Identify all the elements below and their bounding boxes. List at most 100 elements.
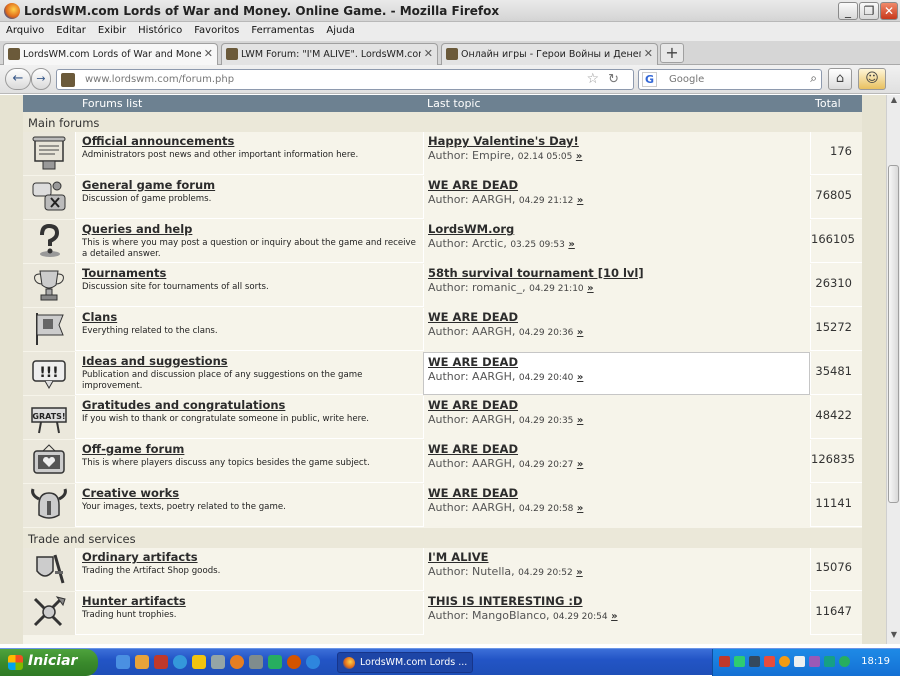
forward-button[interactable]: → bbox=[31, 68, 51, 90]
last-topic-author: Author: MangoBlanco, 04.29 20:54 » bbox=[428, 609, 618, 622]
taskbar-firefox-window[interactable]: LordsWM.com Lords ... bbox=[337, 652, 473, 673]
google-engine-icon[interactable]: G bbox=[642, 72, 657, 87]
forum-total-count: 76805 bbox=[810, 176, 862, 219]
forum-title-link[interactable]: Ordinary artifacts bbox=[82, 550, 198, 564]
search-box[interactable]: G ⌕ bbox=[638, 69, 822, 90]
menu-arquivo[interactable]: Arquivo bbox=[0, 22, 50, 36]
scroll-up-icon[interactable]: ▲ bbox=[888, 95, 900, 109]
tray-update-icon[interactable] bbox=[779, 656, 790, 667]
tray-security-icon[interactable] bbox=[764, 656, 775, 667]
last-topic-date: 04.29 20:54 bbox=[553, 612, 608, 622]
menu-historico[interactable]: Histórico bbox=[132, 22, 188, 36]
go-to-last-post-link[interactable]: » bbox=[577, 327, 583, 338]
tray-monitor-icon[interactable] bbox=[749, 656, 760, 667]
vertical-scrollbar[interactable]: ▲ ▼ bbox=[886, 95, 900, 644]
forum-title-link[interactable]: Clans bbox=[82, 310, 117, 324]
last-topic-link[interactable]: THIS IS INTERESTING :D bbox=[428, 594, 583, 608]
quicklaunch-browser-icon[interactable] bbox=[116, 655, 130, 669]
last-topic-link[interactable]: 58th survival tournament [10 lvl] bbox=[428, 266, 644, 280]
tray-volume-icon[interactable] bbox=[794, 656, 805, 667]
close-tab-icon[interactable]: ✕ bbox=[424, 47, 433, 60]
go-to-last-post-link[interactable]: » bbox=[577, 372, 583, 383]
last-topic-link[interactable]: LordsWM.org bbox=[428, 222, 514, 236]
forum-title-link[interactable]: Queries and help bbox=[82, 222, 192, 236]
scrollbar-thumb[interactable] bbox=[888, 165, 899, 503]
scroll-down-icon[interactable]: ▼ bbox=[888, 630, 900, 644]
menu-ajuda[interactable]: Ajuda bbox=[320, 22, 360, 36]
close-tab-icon[interactable]: ✕ bbox=[204, 47, 213, 60]
tray-status-icon[interactable] bbox=[839, 656, 850, 667]
forum-title-link[interactable]: Official announcements bbox=[82, 134, 234, 148]
last-topic-author: Author: Empire, 02.14 05:05 » bbox=[428, 149, 582, 162]
quicklaunch-media-icon[interactable] bbox=[173, 655, 187, 669]
quicklaunch-folder-icon[interactable] bbox=[192, 655, 206, 669]
last-topic-link[interactable]: WE ARE DEAD bbox=[428, 178, 518, 192]
forum-title-link[interactable]: Gratitudes and congratulations bbox=[82, 398, 285, 412]
go-to-last-post-link[interactable]: » bbox=[577, 459, 583, 470]
go-to-last-post-link[interactable]: » bbox=[577, 415, 583, 426]
quicklaunch-app2-icon[interactable] bbox=[268, 655, 282, 669]
forum-title-link[interactable]: Off-game forum bbox=[82, 442, 184, 456]
last-topic-author: Author: Nutella, 04.29 20:52 » bbox=[428, 565, 583, 578]
quicklaunch-cd-icon[interactable] bbox=[211, 655, 225, 669]
forum-title-link[interactable]: Hunter artifacts bbox=[82, 594, 186, 608]
tab-lordswm[interactable]: LordsWM.com Lords of War and Money. ... … bbox=[3, 43, 218, 66]
quicklaunch-firefox-icon[interactable] bbox=[230, 655, 244, 669]
menu-exibir[interactable]: Exibir bbox=[92, 22, 132, 36]
reload-icon[interactable]: ↻ bbox=[608, 72, 619, 87]
forum-title-link[interactable]: Tournaments bbox=[82, 266, 166, 280]
forum-title-link[interactable]: General game forum bbox=[82, 178, 215, 192]
last-topic-link[interactable]: I'M ALIVE bbox=[428, 550, 489, 564]
home-button[interactable]: ⌂ bbox=[828, 68, 852, 90]
tray-clock-icon[interactable] bbox=[824, 656, 835, 667]
go-to-last-post-link[interactable]: » bbox=[576, 567, 582, 578]
tab-online-games[interactable]: Онлайн игры - Герои Войны и Денег, ... ✕ bbox=[441, 43, 658, 65]
start-button[interactable]: Iniciar bbox=[0, 649, 98, 676]
last-topic-cell: 58th survival tournament [10 lvl] Author:… bbox=[423, 264, 810, 307]
address-bar[interactable]: www.lordswm.com/forum.php ☆ ↻ bbox=[56, 69, 634, 90]
tray-network-icon[interactable] bbox=[734, 656, 745, 667]
go-to-last-post-link[interactable]: » bbox=[587, 283, 593, 294]
quicklaunch-tool-icon[interactable] bbox=[135, 655, 149, 669]
quicklaunch-app-icon[interactable] bbox=[249, 655, 263, 669]
close-window-button[interactable]: ✕ bbox=[880, 2, 898, 20]
tray-pdf-icon[interactable] bbox=[719, 656, 730, 667]
last-topic-link[interactable]: WE ARE DEAD bbox=[428, 310, 518, 324]
last-topic-link[interactable]: WE ARE DEAD bbox=[428, 398, 518, 412]
window-title: LordsWM.com Lords of War and Money. Onli… bbox=[24, 4, 500, 18]
go-to-last-post-link[interactable]: » bbox=[611, 611, 617, 622]
go-to-last-post-link[interactable]: » bbox=[577, 195, 583, 206]
go-to-last-post-link[interactable]: » bbox=[577, 503, 583, 514]
search-input[interactable] bbox=[669, 72, 799, 87]
maximize-button[interactable]: ❐ bbox=[859, 2, 879, 20]
new-tab-button[interactable]: + bbox=[660, 43, 684, 63]
tab-label: LWM Forum: "I'M ALIVE". LordsWM.com L... bbox=[241, 49, 421, 60]
bookmark-star-icon[interactable]: ☆ bbox=[586, 71, 599, 87]
menu-favoritos[interactable]: Favoritos bbox=[188, 22, 245, 36]
go-to-last-post-link[interactable]: » bbox=[576, 151, 582, 162]
addon-smiley-icon[interactable]: ☺ bbox=[858, 68, 886, 90]
back-button[interactable]: ← bbox=[5, 68, 31, 90]
tray-app-icon[interactable] bbox=[809, 656, 820, 667]
quicklaunch-ie-icon[interactable] bbox=[306, 655, 320, 669]
last-topic-link[interactable]: WE ARE DEAD bbox=[428, 355, 518, 369]
forum-row: Official announcements Administrators pos… bbox=[23, 132, 862, 175]
quicklaunch-opera-icon[interactable] bbox=[154, 655, 168, 669]
go-to-last-post-link[interactable]: » bbox=[568, 239, 574, 250]
minimize-button[interactable]: _ bbox=[838, 2, 858, 20]
last-topic-date: 03.25 09:53 bbox=[510, 240, 565, 250]
windows-taskbar: Iniciar LordsWM.com Lords ... 18:19 bbox=[0, 648, 900, 676]
author-text: Author: romanic_, bbox=[428, 281, 530, 294]
forum-title-link[interactable]: Creative works bbox=[82, 486, 179, 500]
menu-editar[interactable]: Editar bbox=[50, 22, 92, 36]
last-topic-link[interactable]: WE ARE DEAD bbox=[428, 486, 518, 500]
close-tab-icon[interactable]: ✕ bbox=[644, 47, 653, 60]
last-topic-link[interactable]: Happy Valentine's Day! bbox=[428, 134, 579, 148]
forum-title-link[interactable]: Ideas and suggestions bbox=[82, 354, 228, 368]
tab-lwm-forum[interactable]: LWM Forum: "I'M ALIVE". LordsWM.com L...… bbox=[221, 43, 438, 65]
last-topic-link[interactable]: WE ARE DEAD bbox=[428, 442, 518, 456]
menu-ferramentas[interactable]: Ferramentas bbox=[245, 22, 320, 36]
last-topic-cell: WE ARE DEAD Author: AARGH, 04.29 20:27 » bbox=[423, 440, 810, 483]
search-icon[interactable]: ⌕ bbox=[810, 71, 817, 86]
quicklaunch-chrome-icon[interactable] bbox=[287, 655, 301, 669]
